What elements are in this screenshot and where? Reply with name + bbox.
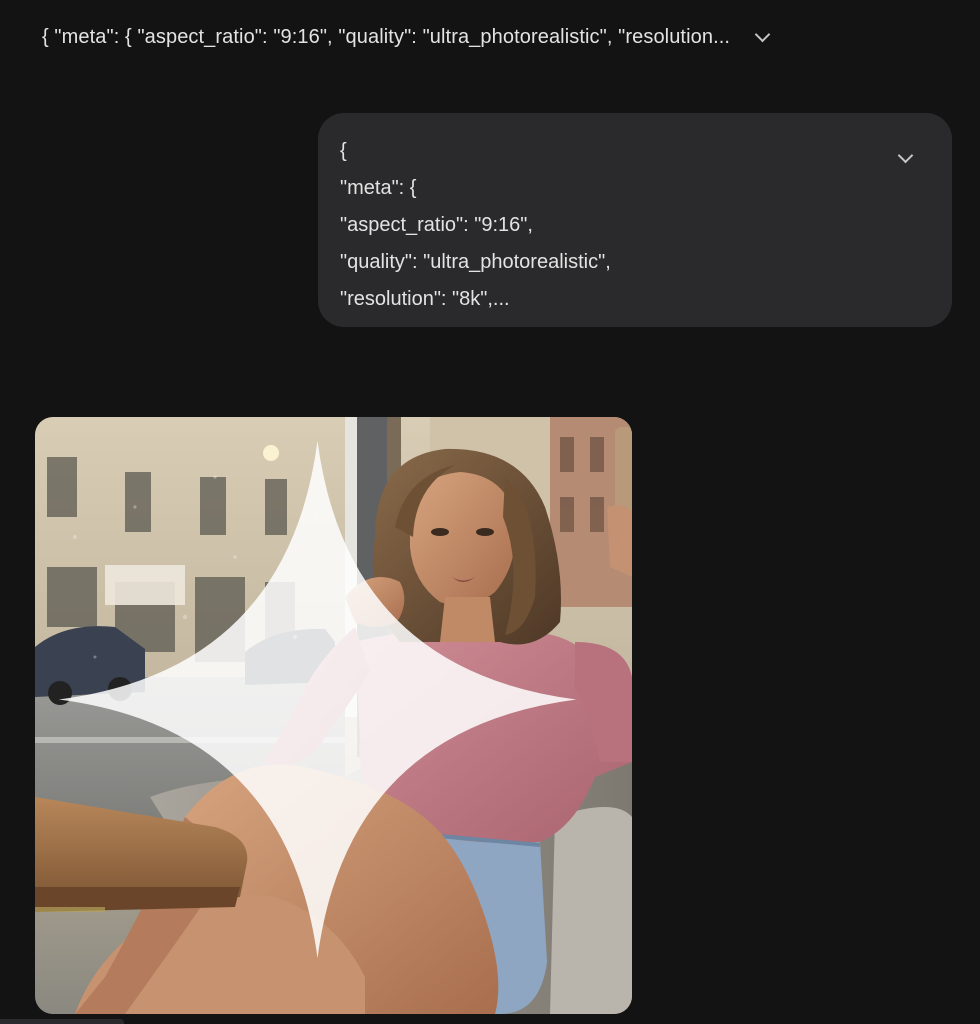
sparkle-icon[interactable]	[35, 417, 616, 998]
chevron-down-icon[interactable]	[752, 26, 772, 47]
prompt-header-text: { "meta": { "aspect_ratio": "9:16", "qua…	[42, 25, 731, 48]
prompt-line: "meta": {	[340, 177, 417, 199]
chat-page: { "meta": { "aspect_ratio": "9:16", "qua…	[0, 0, 980, 1024]
expand-prompt-button[interactable]	[894, 147, 916, 169]
collapsed-prompt-header[interactable]: { "meta": { "aspect_ratio": "9:16", "qua…	[42, 20, 862, 54]
user-prompt-bubble: { "meta": { "aspect_ratio": "9:16", "qua…	[318, 113, 952, 327]
prompt-line: "resolution": "8k",...	[340, 288, 510, 310]
bottom-scroll-indicator	[0, 1019, 124, 1024]
chevron-down-icon	[897, 147, 913, 163]
prompt-line: "quality": "ultra_photorealistic",	[340, 251, 611, 273]
generated-image[interactable]	[35, 417, 632, 1014]
prompt-line: {	[340, 140, 347, 162]
prompt-line: "aspect_ratio": "9:16",	[340, 214, 533, 236]
